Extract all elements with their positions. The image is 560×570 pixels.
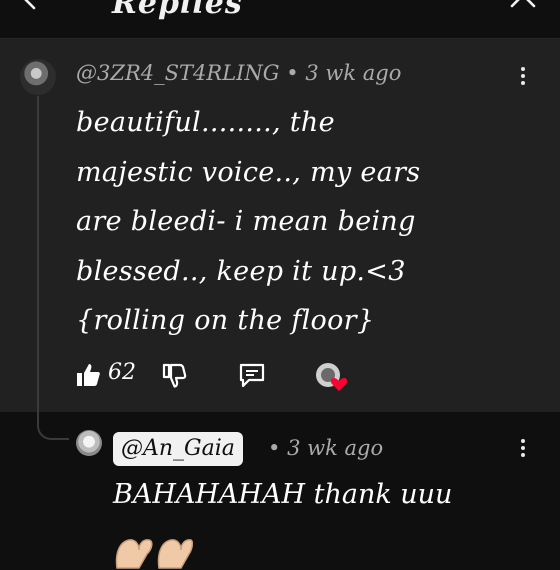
page-title: Replies: [112, 0, 243, 21]
dislike-icon[interactable]: [160, 361, 188, 389]
meta-separator: •: [268, 436, 281, 460]
like-icon[interactable]: [74, 361, 102, 389]
avatar[interactable]: [20, 59, 56, 95]
creator-heart-icon: [316, 363, 348, 391]
comment-text: beautiful........, the majestic voice..,…: [76, 98, 546, 346]
comment-meta: @3ZR4_ST4RLING • 3 wk ago: [76, 61, 401, 85]
close-icon[interactable]: [508, 0, 538, 14]
thread-connector: [37, 400, 69, 440]
meta-separator: •: [286, 61, 299, 85]
reply-text: BAHAHAHAH thank uuu: [113, 479, 453, 510]
reply-avatar[interactable]: [76, 430, 102, 456]
more-options-icon[interactable]: [518, 67, 528, 89]
comment-author[interactable]: @3ZR4_ST4RLING: [76, 61, 280, 85]
thread-line: [37, 96, 39, 424]
heart-hands-emoji-text: 🫶🫶: [113, 530, 116, 531]
comment-line: {rolling on the floor}: [76, 305, 375, 336]
comment-actions: 62: [0, 359, 560, 399]
like-count: 62: [108, 360, 136, 385]
comment-line: are bleedi- i mean being: [76, 206, 416, 237]
reply-time: 3 wk ago: [287, 436, 384, 460]
comment-line: beautiful........, the: [76, 107, 335, 138]
reply-meta: • 3 wk ago: [268, 436, 383, 460]
back-arrow-icon[interactable]: [22, 0, 54, 16]
comment-line: blessed.., keep it up.<3: [76, 255, 406, 287]
comment-line: majestic voice.., my ears: [76, 156, 421, 188]
reply-comment-icon[interactable]: [238, 361, 266, 389]
highlighted-comment: @3ZR4_ST4RLING • 3 wk ago beautiful.....…: [0, 39, 560, 412]
comment-time: 3 wk ago: [305, 61, 402, 85]
replies-header: Replies: [0, 0, 560, 39]
more-options-icon[interactable]: [518, 439, 528, 461]
heart-hands-emoji: 🫶🫶: [113, 530, 193, 569]
mention-chip[interactable]: @An_Gaia: [113, 432, 243, 466]
